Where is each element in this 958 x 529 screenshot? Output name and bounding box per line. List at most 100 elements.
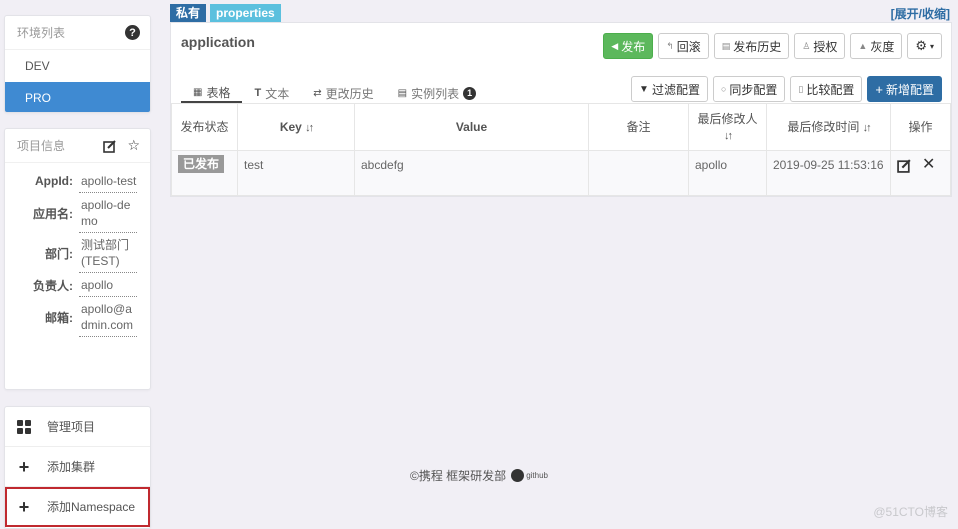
- cell-key: test: [237, 150, 355, 196]
- publish-label: 发布: [621, 39, 646, 54]
- circle-icon: ○: [720, 84, 727, 94]
- info-label: 负责人:: [33, 278, 73, 293]
- info-row-department: 部门: 测试部门(TEST): [5, 233, 150, 273]
- info-row-app-name: 应用名: apollo-demo: [5, 193, 150, 233]
- cell-value: abcdefg: [354, 150, 589, 196]
- question-circle-icon[interactable]: ?: [125, 25, 140, 40]
- namespace-panel: application ◀ 发布 ↰ 回滚 ▤ 发布历史 ♙ 授权 ▲ 灰度 ⚙…: [170, 22, 952, 197]
- header-modifier[interactable]: 最后修改人 ↓↑: [688, 103, 767, 151]
- project-info-table: AppId: apollo-test 应用名: apollo-demo 部门: …: [5, 163, 150, 337]
- tab-label: 表格: [206, 85, 231, 100]
- info-label: 邮箱:: [45, 310, 73, 325]
- format-badge: properties: [210, 4, 281, 22]
- file-icon: ▯: [798, 83, 804, 94]
- sort-icon[interactable]: ↓↑: [305, 122, 314, 134]
- project-info-title: 项目信息: [17, 139, 66, 153]
- scope-badge: 私有: [170, 4, 207, 22]
- sort-icon[interactable]: ↓↑: [863, 122, 872, 134]
- info-value: 测试部门(TEST): [79, 233, 137, 273]
- authorize-label: 授权: [813, 39, 838, 54]
- publish-button[interactable]: ◀ 发布: [603, 33, 654, 59]
- plus-icon: +: [18, 496, 30, 517]
- info-row-owner: 负责人: apollo: [5, 273, 150, 297]
- star-icon[interactable]: ☆: [127, 137, 140, 154]
- rollback-button[interactable]: ↰ 回滚: [658, 33, 709, 59]
- info-value: apollo-test: [79, 169, 137, 193]
- table-icon: ▦: [193, 86, 203, 98]
- cell-comment: [588, 150, 689, 196]
- info-label: 部门:: [45, 246, 73, 261]
- header-status: 发布状态: [171, 103, 238, 151]
- header-comment: 备注: [588, 103, 689, 151]
- gray-release-button[interactable]: ▲ 灰度: [850, 33, 903, 59]
- add-cluster-button[interactable]: + 添加集群: [5, 447, 150, 487]
- info-value: apollo-demo: [79, 193, 137, 233]
- info-row-email: 邮箱: apollo@admin.com: [5, 297, 150, 337]
- edit-icon[interactable]: [103, 139, 117, 153]
- add-namespace-button[interactable]: + 添加Namespace: [5, 487, 150, 527]
- authorize-button[interactable]: ♙ 授权: [794, 33, 846, 59]
- filter-config-button[interactable]: ▼ 过滤配置: [631, 76, 708, 102]
- info-value: apollo: [79, 273, 137, 297]
- compare-config-label: 比较配置: [806, 82, 855, 97]
- github-link[interactable]: github: [526, 471, 548, 480]
- published-badge: 已发布: [178, 155, 225, 173]
- text-icon: T: [254, 87, 262, 99]
- env-list-panel: 环境列表 ? DEV PRO: [4, 15, 151, 113]
- info-label: 应用名:: [33, 206, 73, 221]
- header-actions: 操作: [890, 103, 951, 151]
- project-actions-panel: 管理项目 + 添加集群 + 添加Namespace: [4, 406, 151, 529]
- header-label: 最后修改人: [697, 111, 758, 126]
- rollback-label: 回滚: [676, 39, 701, 54]
- project-info-panel: 项目信息 ☆ AppId: apollo-test 应用名: apollo-de…: [4, 128, 151, 390]
- env-list-header: 环境列表 ?: [5, 16, 150, 50]
- tab-table[interactable]: ▦ 表格: [181, 83, 243, 103]
- env-item-pro[interactable]: PRO: [5, 82, 150, 112]
- header-key[interactable]: Key ↓↑: [237, 103, 355, 151]
- tab-text[interactable]: T 文本: [242, 83, 301, 103]
- namespace-tabs: ▦ 表格 T 文本 ⇄ 更改历史 ▤ 实例列表 1: [181, 83, 488, 103]
- delete-icon[interactable]: ✕: [922, 157, 935, 173]
- action-label: 添加Namespace: [47, 500, 136, 514]
- expand-collapse-link[interactable]: [展开/收缩]: [891, 5, 950, 22]
- env-list-title: 环境列表: [17, 26, 66, 40]
- grid-icon: [17, 419, 33, 434]
- info-label: AppId:: [35, 174, 73, 188]
- footer: ©携程 框架研发部 github: [410, 467, 548, 484]
- flask-icon: ▲: [858, 41, 868, 51]
- sort-icon[interactable]: ↓↑: [724, 130, 733, 142]
- compare-config-button[interactable]: ▯ 比较配置: [790, 76, 863, 102]
- cell-actions: ✕: [890, 150, 951, 196]
- env-item-dev[interactable]: DEV: [5, 50, 150, 82]
- list-icon: ▤: [397, 87, 408, 99]
- header-label: Key: [279, 119, 302, 134]
- tab-label: 实例列表: [411, 86, 460, 101]
- plus-icon: +: [18, 456, 30, 477]
- table-row: 已发布 test abcdefg apollo 2019-09-25 11:53…: [171, 150, 951, 196]
- history-icon: ⇄: [313, 87, 322, 99]
- tab-label: 更改历史: [325, 86, 374, 101]
- watermark: @51CTO博客: [873, 505, 948, 519]
- gear-icon: ⚙: [915, 38, 927, 53]
- sync-config-button[interactable]: ○ 同步配置: [712, 76, 786, 102]
- tab-instance-list[interactable]: ▤ 实例列表 1: [386, 83, 488, 103]
- history-icon: ▤: [721, 40, 731, 51]
- tab-change-history[interactable]: ⇄ 更改历史: [301, 83, 385, 103]
- filter-config-label: 过滤配置: [651, 82, 700, 97]
- tab-label: 文本: [265, 86, 290, 101]
- action-label: 管理项目: [47, 420, 96, 434]
- header-label: 最后修改时间: [787, 119, 860, 134]
- github-icon[interactable]: [511, 469, 525, 482]
- edit-icon[interactable]: [897, 158, 912, 173]
- header-value: Value: [354, 103, 589, 151]
- manage-project-button[interactable]: 管理项目: [5, 407, 150, 447]
- settings-dropdown-button[interactable]: ⚙ ▾: [907, 33, 942, 59]
- header-label: 发布状态: [180, 120, 229, 134]
- header-modified-time[interactable]: 最后修改时间 ↓↑: [766, 103, 891, 151]
- instance-count-badge: 1: [463, 86, 477, 100]
- publish-history-button[interactable]: ▤ 发布历史: [713, 33, 790, 59]
- publish-history-label: 发布历史: [733, 39, 782, 54]
- project-info-header: 项目信息 ☆: [5, 129, 150, 163]
- add-config-button[interactable]: + 新增配置: [867, 76, 942, 102]
- send-icon: ◀: [611, 40, 619, 51]
